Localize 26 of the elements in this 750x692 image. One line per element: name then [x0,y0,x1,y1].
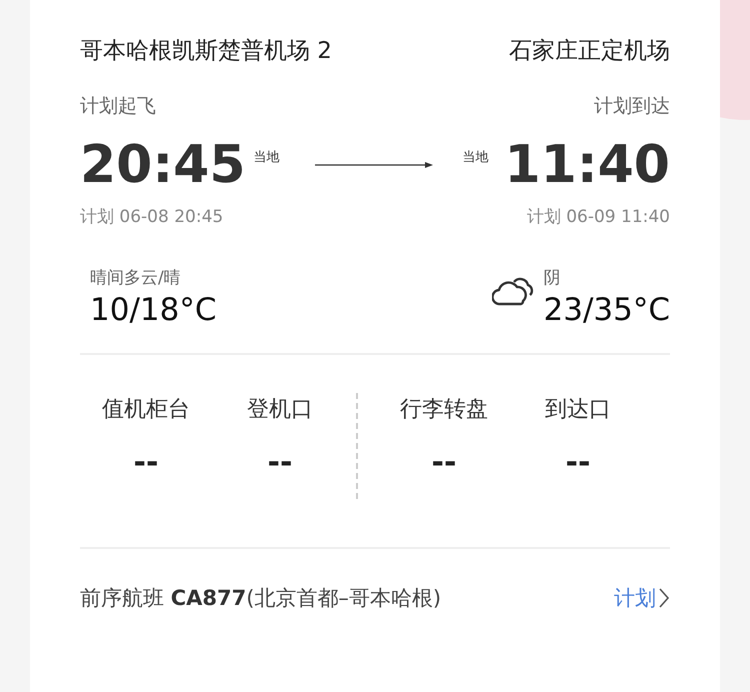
info-value: -- [432,444,456,482]
status-link[interactable]: 计划 [614,582,670,614]
planned-departure: 计划 06-08 20:45 [80,206,224,228]
weather-condition: 晴间多云/晴 [90,267,182,290]
temperature-range: 10/18°C [90,292,216,329]
temperature-range: 23/35°C [544,292,670,329]
time-zone-label: 当地 [254,148,280,167]
chevron-right-icon [658,587,670,610]
info-value: -- [134,444,158,482]
info-value: -- [268,444,292,482]
time-zone-label: 当地 [462,148,488,167]
arrival-label: 计划到达 [594,94,670,119]
weather-condition: 阴 [544,267,562,290]
arrival-time: 11:40 [504,138,670,190]
departure-airport: 哥本哈根凯斯楚普机场 2 [80,36,332,66]
info-value: -- [566,444,590,482]
arrow-icon [315,160,433,168]
info-label: 行李转盘 [400,396,488,424]
info-label: 到达口 [545,396,611,424]
departure-label: 计划起飞 [80,94,156,119]
previous-flight-text: 前序航班 CA877(北京首都–哥本哈根) [80,584,442,612]
info-label: 值机柜台 [102,396,190,424]
departure-time: 20:45 [80,138,246,190]
arrival-airport: 石家庄正定机场 [509,36,670,66]
planned-arrival: 计划 06-09 11:40 [526,206,670,228]
info-label: 登机口 [247,396,313,424]
